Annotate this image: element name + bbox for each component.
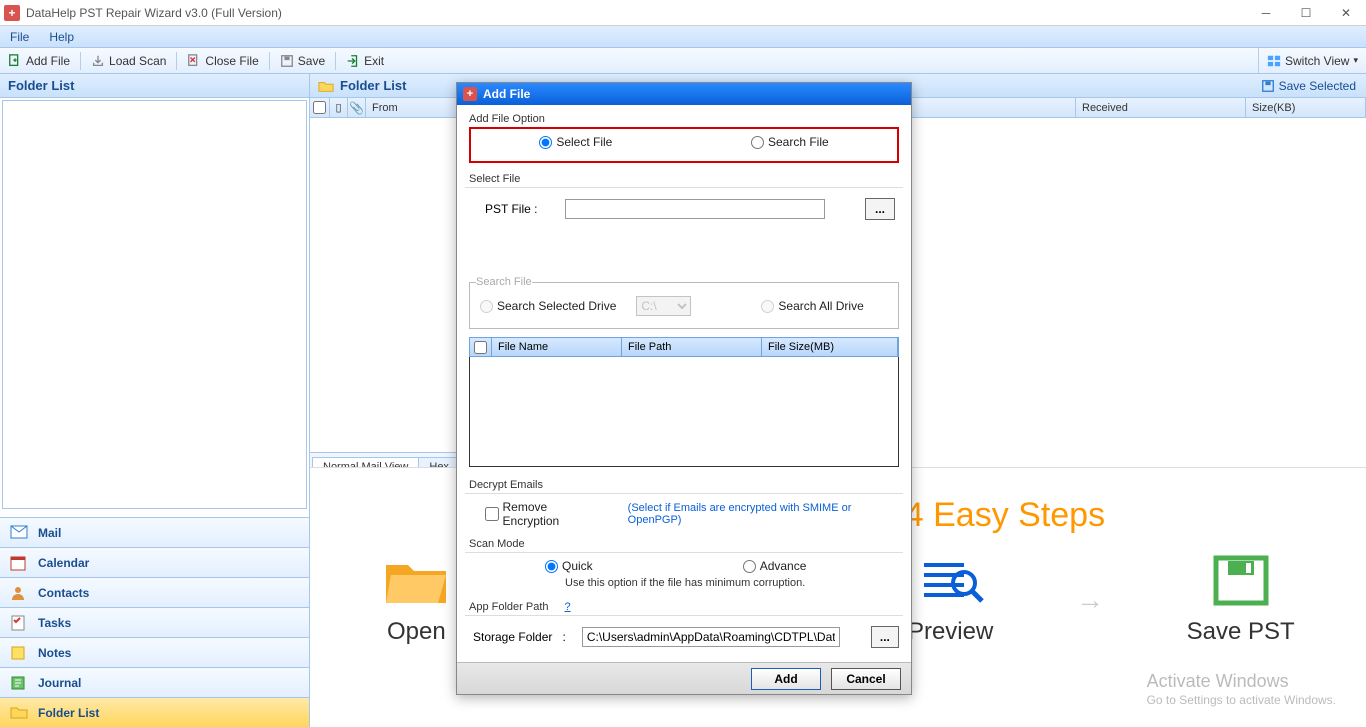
select-all-checkbox[interactable] (310, 98, 330, 117)
dialog-title-bar[interactable]: + Add File (457, 83, 911, 105)
nav-mail[interactable]: Mail (0, 517, 309, 547)
step-preview: Preview (908, 553, 993, 646)
exit-button[interactable]: Exit (338, 48, 392, 73)
scan-mode-label: Scan Mode (465, 534, 903, 552)
file-list[interactable] (469, 357, 899, 467)
exit-icon (346, 54, 360, 68)
save-button[interactable]: Save (272, 48, 333, 73)
browse-storage-button[interactable]: ... (871, 626, 899, 648)
col-size: Size(KB) (1246, 98, 1366, 117)
open-folder-icon (381, 553, 451, 608)
nav-stack: Mail Calendar Contacts Tasks Notes Journ… (0, 517, 309, 727)
left-panel-header: Folder List (0, 74, 309, 98)
nav-notes[interactable]: Notes (0, 637, 309, 667)
col-file-size: File Size(MB) (762, 338, 898, 356)
menu-help[interactable]: Help (39, 30, 84, 44)
flag-col-icon[interactable]: ▯ (330, 98, 348, 117)
nav-contacts[interactable]: Contacts (0, 577, 309, 607)
chevron-down-icon: ▾ (1353, 55, 1358, 66)
quick-hint: Use this option if the file has minimum … (565, 577, 899, 589)
save-pst-icon (1206, 553, 1276, 608)
col-file-path: File Path (622, 338, 762, 356)
switch-view-icon (1267, 54, 1281, 68)
save-icon (1261, 79, 1275, 93)
save-icon (280, 54, 294, 68)
add-file-dialog: + Add File Add File Option Select File S… (456, 82, 912, 695)
add-button[interactable]: Add (751, 668, 821, 690)
search-file-radio[interactable]: Search File (751, 135, 829, 149)
pst-file-label: PST File : (485, 202, 555, 216)
pst-file-input[interactable] (565, 199, 825, 219)
close-file-icon (187, 54, 201, 68)
advance-scan-radio[interactable]: Advance (743, 559, 807, 573)
nav-tasks[interactable]: Tasks (0, 607, 309, 637)
minimize-button[interactable]: ─ (1246, 0, 1286, 26)
close-file-button[interactable]: Close File (179, 48, 266, 73)
select-file-radio[interactable]: Select File (539, 135, 612, 149)
attach-col-icon[interactable]: 📎 (348, 98, 366, 117)
close-button[interactable]: ✕ (1326, 0, 1366, 26)
preview-icon (916, 553, 986, 608)
load-scan-button[interactable]: Load Scan (83, 48, 174, 73)
storage-folder-input[interactable] (582, 627, 840, 647)
nav-folder-list[interactable]: Folder List (0, 697, 309, 727)
nav-calendar[interactable]: Calendar (0, 547, 309, 577)
dialog-footer: Add Cancel (457, 662, 911, 694)
left-panel: Folder List ...... Mail Calendar Contact… (0, 74, 310, 727)
folder-tree[interactable] (2, 100, 307, 509)
app-logo-icon: + (4, 5, 20, 21)
quick-scan-radio[interactable]: Quick (545, 559, 593, 573)
notes-icon (10, 645, 28, 661)
step-save: Save PST (1187, 553, 1295, 646)
storage-folder-label: Storage Folder (473, 630, 552, 644)
app-logo-icon: + (463, 87, 477, 101)
menu-bar: File Help (0, 26, 1366, 48)
app-folder-path-label: App Folder Path ? (465, 597, 903, 615)
journal-icon (10, 675, 28, 691)
tasks-icon (10, 615, 28, 631)
title-bar: + DataHelp PST Repair Wizard v3.0 (Full … (0, 0, 1366, 26)
add-file-option-group: Select File Search File (469, 127, 899, 163)
decrypt-hint: (Select if Emails are encrypted with SMI… (628, 502, 899, 526)
search-file-group: Search File Search Selected Drive C:\ Se… (469, 276, 899, 329)
load-icon (91, 54, 105, 68)
add-file-icon (8, 54, 22, 68)
mail-icon (10, 525, 28, 541)
windows-watermark: Activate Windows Go to Settings to activ… (1147, 671, 1336, 707)
file-list-header: File Name File Path File Size(MB) (469, 337, 899, 357)
decrypt-label: Decrypt Emails (465, 475, 903, 493)
save-selected-button[interactable]: Save Selected (1261, 79, 1356, 93)
contacts-icon (10, 585, 28, 601)
search-selected-drive-radio: Search Selected Drive (480, 299, 616, 313)
drive-select: C:\ (636, 296, 691, 316)
add-file-option-label: Add File Option (465, 109, 903, 127)
app-folder-help[interactable]: ? (565, 601, 571, 613)
cancel-button[interactable]: Cancel (831, 668, 901, 690)
arrow-icon: → (1076, 584, 1104, 616)
browse-pst-button[interactable]: ... (865, 198, 895, 220)
window-title: DataHelp PST Repair Wizard v3.0 (Full Ve… (26, 6, 282, 20)
col-file-name: File Name (492, 338, 622, 356)
menu-file[interactable]: File (0, 30, 39, 44)
add-file-button[interactable]: Add File (0, 48, 78, 73)
folder-icon (318, 79, 334, 93)
remove-encryption-checkbox[interactable]: Remove Encryption (485, 500, 604, 528)
file-select-all[interactable] (470, 338, 492, 356)
switch-view-button[interactable]: Switch View ▾ (1258, 48, 1366, 73)
maximize-button[interactable]: ☐ (1286, 0, 1326, 26)
nav-journal[interactable]: Journal (0, 667, 309, 697)
calendar-icon (10, 555, 28, 571)
toolbar: Add File Load Scan Close File Save Exit … (0, 48, 1366, 74)
select-file-group-label: Select File (465, 169, 903, 187)
col-received: Received (1076, 98, 1246, 117)
folder-icon (10, 705, 28, 721)
search-all-drive-radio: Search All Drive (761, 299, 863, 313)
step-open: Open (381, 553, 451, 646)
